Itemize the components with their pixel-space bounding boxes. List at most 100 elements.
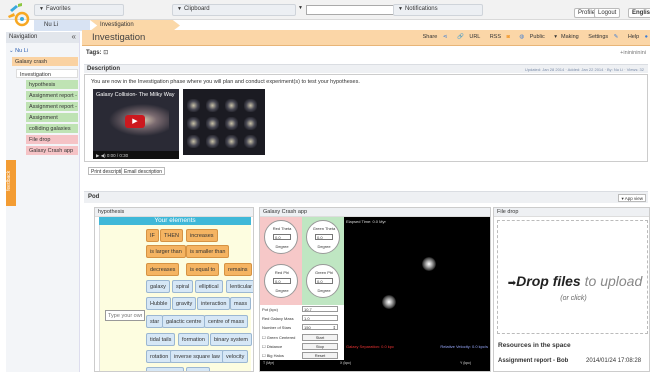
galaxy-thumbnail [206, 135, 219, 148]
distance-checkbox[interactable]: ☐ Distance [262, 344, 282, 349]
hypothesis-chip[interactable]: centre of mass [204, 315, 249, 328]
checkbox-icon[interactable]: ☐ [262, 335, 266, 340]
hypothesis-chip[interactable]: Hubble [146, 297, 172, 310]
pod-label: Pod [88, 194, 100, 200]
dial-value[interactable]: 0.0 [273, 234, 291, 240]
nav-item-file-drop[interactable]: File drop [26, 135, 78, 144]
help-icon: ● [644, 34, 648, 40]
settings-button[interactable]: Settings ✎ [584, 34, 618, 40]
hypothesis-chip[interactable]: velocity [222, 350, 249, 363]
reset-button[interactable]: Reset [302, 352, 338, 359]
dial-value[interactable]: 0.0 [315, 234, 333, 240]
dial-value[interactable]: 0.0 [315, 278, 333, 284]
file-drop-zone[interactable]: ➡Drop files to upload (or click) [497, 220, 648, 334]
video-time: 0:00 / 0:30 [106, 153, 129, 158]
nav-item-assignment[interactable]: Assignment [26, 113, 78, 122]
collapse-icon[interactable]: « [72, 32, 76, 41]
nav-item-assignment-report-1[interactable]: Assignment report - [26, 91, 78, 100]
hypothesis-chip[interactable]: tidal tails [146, 333, 176, 346]
nav-item-assignment-report-2[interactable]: Assignment report - [26, 102, 78, 111]
url-button[interactable]: 🔗 URL [453, 34, 480, 40]
pot-input[interactable]: 10.7 [302, 306, 338, 312]
relative-velocity: Relative Velocity: 0.0 kpc/s [440, 344, 488, 349]
hypothesis-chip[interactable]: spiral [172, 280, 194, 293]
hypothesis-chip[interactable]: inverse square law [170, 350, 224, 363]
language-select[interactable]: English [628, 8, 650, 18]
email-description-button[interactable]: Email description [121, 167, 166, 175]
checkbox-icon[interactable]: ☐ [262, 344, 266, 349]
hypothesis-chip[interactable]: is smaller than [186, 245, 230, 258]
hypothesis-chip[interactable]: is equal to [186, 263, 220, 276]
green-theta-dial[interactable]: Green Theta 0.0 Degree [302, 217, 344, 261]
help-button[interactable]: Help ● [624, 34, 648, 40]
play-control-icon[interactable]: ▶ ◀) [96, 153, 107, 158]
hypothesis-chip[interactable]: gravity [172, 297, 197, 310]
spinner-icon[interactable]: ⇕ [333, 325, 336, 330]
making-button[interactable]: ▾ Making [550, 34, 579, 40]
edit-tags-icon[interactable]: ⊡ [103, 50, 108, 56]
share-icon: ⋖ [442, 34, 448, 40]
video-controls[interactable]: ▶ ◀) 0:00 / 0:30 [93, 151, 179, 159]
galaxy-image-gallery[interactable] [183, 89, 265, 155]
hypothesis-chip[interactable]: lenticular [226, 280, 253, 293]
clipboard-menu[interactable]: ▼ Clipboard [172, 4, 296, 16]
hypothesis-chip[interactable]: galaxy [146, 280, 170, 293]
green-centered-checkbox[interactable]: ☐ Green Centered [262, 335, 295, 340]
breadcrumb-label: Investigation [100, 22, 134, 28]
simulation-canvas[interactable]: Elapsed Time: 0.0 Myr Galaxy Separation:… [344, 217, 490, 360]
nav-item-hypothesis[interactable]: hypothesis [26, 80, 78, 89]
hypothesis-chip[interactable]: decreases [146, 263, 180, 276]
nav-item-investigation[interactable]: Investigation [16, 69, 78, 78]
dial-unit: Degree [275, 244, 289, 249]
notifications-menu[interactable]: ▼ Notifications [393, 4, 483, 16]
big-halos-checkbox[interactable]: ☐ Big Halos [262, 353, 284, 358]
hypothesis-chip[interactable]: IF [146, 229, 159, 242]
url-label: URL [469, 34, 481, 40]
resource-date: 2014/01/24 17:08:28 [586, 358, 642, 364]
hypothesis-chip[interactable]: galactic centre [162, 315, 206, 328]
dial-value[interactable]: 0.0 [273, 278, 291, 284]
video-player[interactable]: Galaxy Collision- The Milky Way ▶ ▶ ◀) 0… [93, 89, 179, 159]
nav-item-galaxy-crash[interactable]: Galaxy crash [12, 57, 78, 66]
hypothesis-chip[interactable]: rotation [146, 350, 173, 363]
hypothesis-chip[interactable]: formation [178, 333, 209, 346]
file-drop-panel: File drop ➡Drop files to upload (or clic… [493, 207, 650, 372]
number-of-stars-select[interactable]: 150 ⇕ [302, 324, 338, 330]
green-phi-dial[interactable]: Green Phi 0.0 Degree [302, 261, 344, 305]
play-icon[interactable]: ▶ [125, 115, 145, 128]
red-phi-dial[interactable]: Red Phi 0.0 Degree [260, 261, 302, 305]
hypothesis-chip[interactable]: increases [186, 229, 218, 242]
dial-unit: Degree [317, 288, 331, 293]
search-scope-icon[interactable]: ▼ [298, 5, 303, 11]
hypothesis-chip[interactable]: acceleration [146, 367, 184, 371]
logout-button[interactable]: Logout [594, 8, 621, 18]
hypothesis-chip[interactable]: binary system [210, 333, 252, 346]
rss-button[interactable]: RSS ◙ [486, 34, 510, 40]
public-button[interactable]: ◍ Public [515, 34, 544, 40]
hypothesis-chip[interactable]: elliptical [195, 280, 223, 293]
start-button[interactable]: Start [302, 334, 338, 341]
hypothesis-chip[interactable]: remains [224, 263, 252, 276]
app-view-toggle[interactable]: ▾ App view [618, 194, 646, 202]
favorites-menu[interactable]: ▼ Favorites [34, 4, 124, 16]
red-theta-dial[interactable]: Red Theta 0.0 Degree [260, 217, 302, 261]
nav-item-galaxy-crash-app[interactable]: Galaxy Crash app [26, 146, 78, 155]
stop-button[interactable]: Stop [302, 343, 338, 350]
resource-name[interactable]: Assignment report - Bob [498, 358, 568, 364]
drop-files-light: to upload [584, 273, 643, 289]
hypothesis-chip[interactable]: friction [186, 367, 211, 371]
hypothesis-chip[interactable]: THEN [160, 229, 183, 242]
checkbox-icon[interactable]: ☐ [262, 353, 266, 358]
hypothesis-chip[interactable]: star [146, 315, 164, 328]
hypothesis-chip[interactable]: is larger than [146, 245, 186, 258]
galaxy-thumbnail [244, 117, 257, 130]
hypothesis-chip[interactable]: mass [230, 297, 252, 310]
video-title: Galaxy Collision- The Milky Way [96, 92, 175, 98]
nav-item-nu-li[interactable]: ⌄ Nu Li [6, 46, 80, 55]
nav-item-colliding-galaxies[interactable]: colliding galaxies [26, 124, 78, 133]
feedback-tab[interactable]: feedback [6, 160, 16, 206]
red-mass-input[interactable]: 1.0 [302, 315, 338, 321]
custom-element-input[interactable] [105, 310, 145, 321]
share-button[interactable]: Share ⋖ [419, 34, 448, 40]
hypothesis-chip[interactable]: interaction [197, 297, 231, 310]
